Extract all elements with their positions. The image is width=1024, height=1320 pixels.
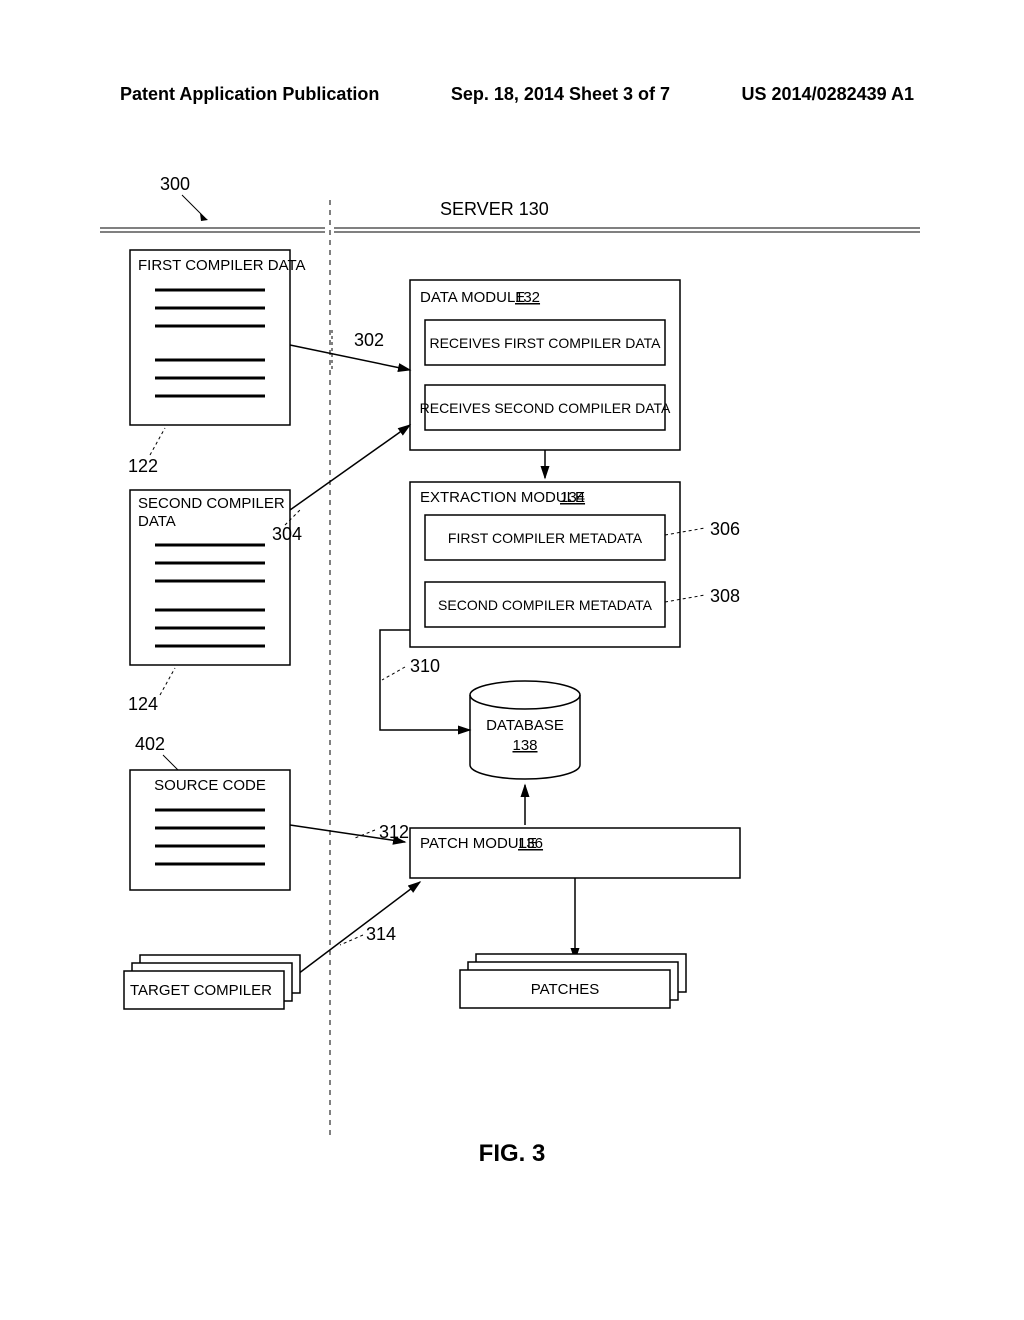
data-module-num: 132 — [515, 289, 540, 306]
ref-308: 308 — [710, 586, 740, 606]
ref-314: 314 — [366, 924, 396, 944]
source-code-label: SOURCE CODE — [154, 777, 266, 794]
header-center: Sep. 18, 2014 Sheet 3 of 7 — [451, 84, 670, 105]
extraction-module-num: 134 — [560, 489, 585, 506]
patch-module-num: 136 — [518, 835, 543, 852]
ref-306: 306 — [710, 519, 740, 539]
second-meta: SECOND COMPILER METADATA — [438, 597, 653, 613]
header-right: US 2014/0282439 A1 — [742, 84, 914, 105]
server-title: SERVER 130 — [440, 199, 549, 219]
first-compiler-data-label: FIRST COMPILER DATA — [138, 257, 306, 274]
figure-label: FIG. 3 — [0, 1140, 1024, 1168]
second-compiler-data-l2: DATA — [138, 513, 176, 530]
second-compiler-data-l1: SECOND COMPILER — [138, 495, 285, 512]
receives-first: RECEIVES FIRST COMPILER DATA — [429, 335, 661, 351]
database-num: 138 — [512, 737, 537, 754]
receives-second: RECEIVES SECOND COMPILER DATA — [420, 400, 671, 416]
header-left: Patent Application Publication — [120, 84, 379, 105]
database-label: DATABASE — [486, 717, 564, 734]
ref-304: 304 — [272, 524, 302, 544]
data-module-label: DATA MODULE — [420, 289, 525, 306]
figure-diagram: 300 SERVER 130 FIRST COMPILER DATA 122 3… — [100, 170, 924, 1170]
ref-124: 124 — [128, 694, 158, 714]
ref-402: 402 — [135, 734, 165, 754]
target-compiler-label: TARGET COMPILER — [130, 982, 272, 999]
ref-300: 300 — [160, 174, 190, 194]
ref-122: 122 — [128, 456, 158, 476]
ref-302: 302 — [354, 330, 384, 350]
patches-label: PATCHES — [531, 981, 600, 998]
ref-310: 310 — [410, 656, 440, 676]
page-header: Patent Application Publication Sep. 18, … — [0, 84, 1024, 105]
first-meta: FIRST COMPILER METADATA — [448, 530, 643, 546]
